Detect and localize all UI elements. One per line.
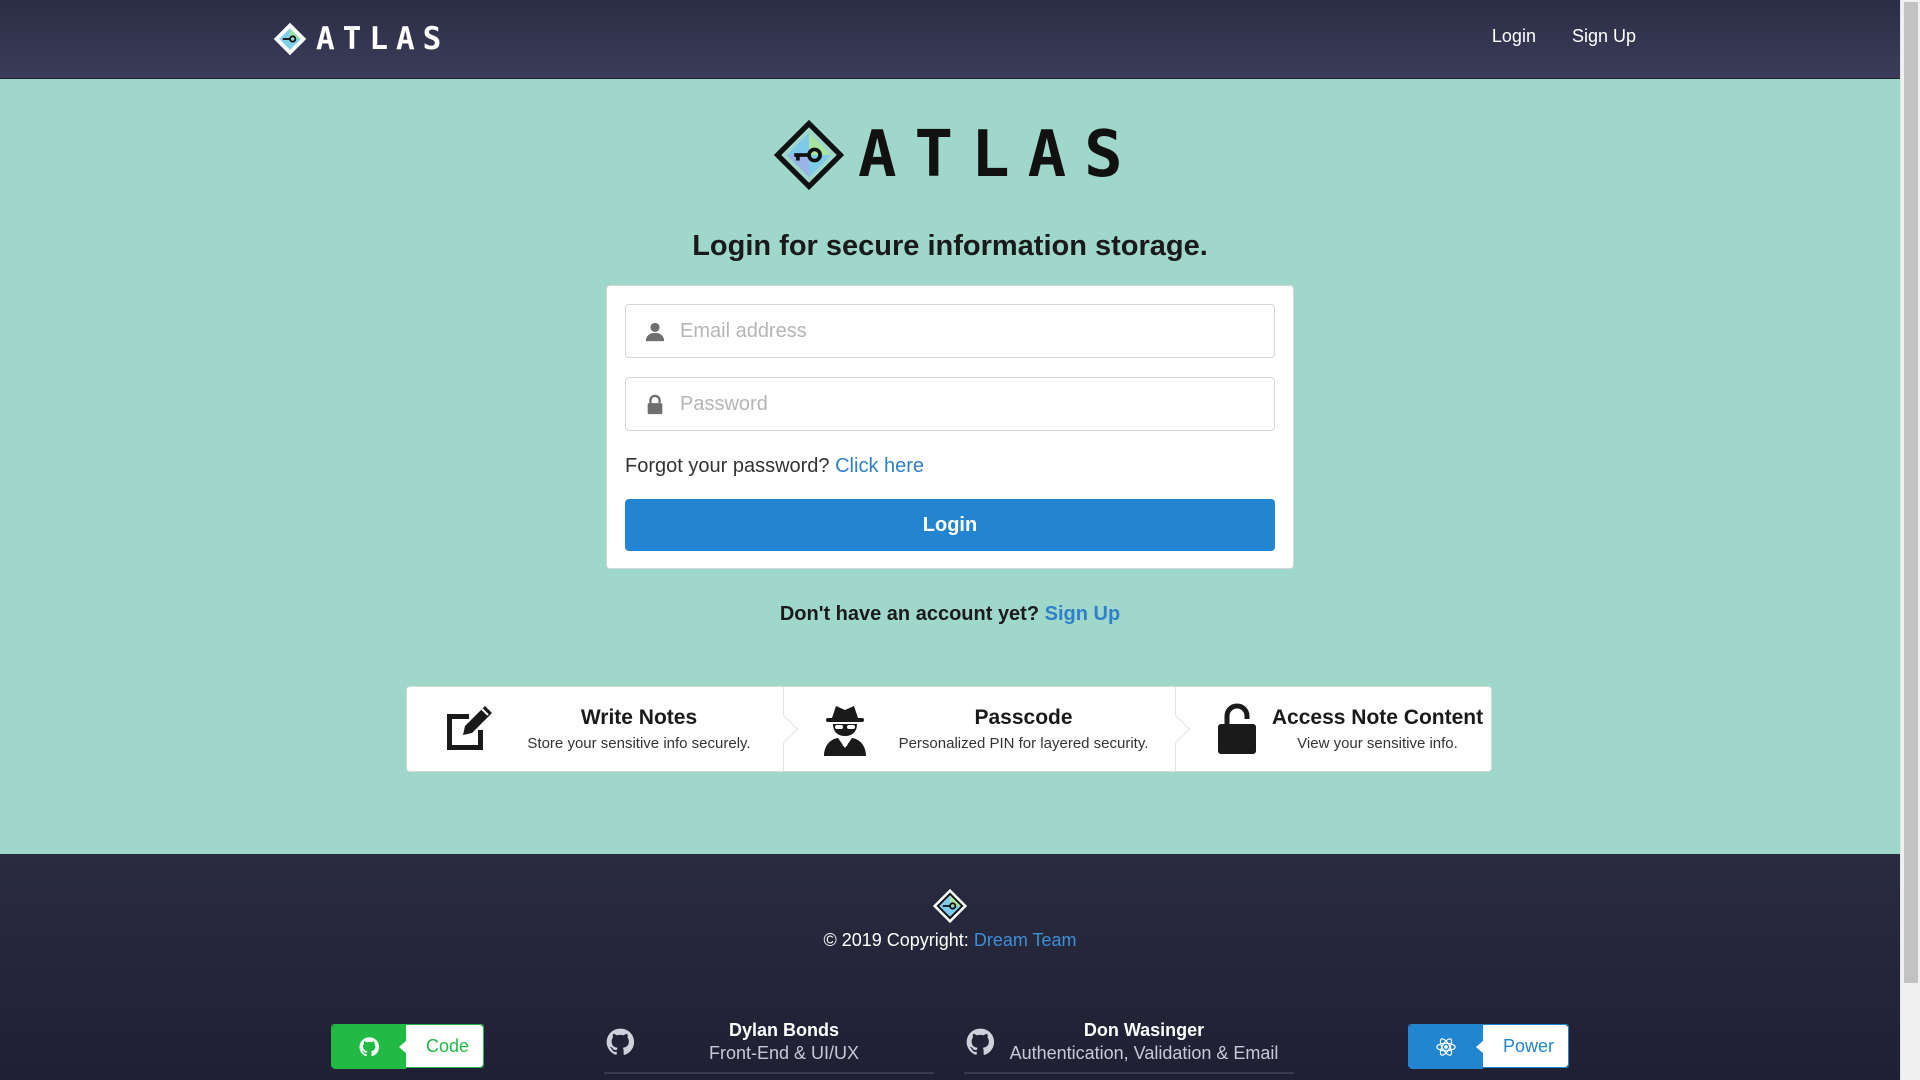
team-link[interactable]: Dream Team xyxy=(974,930,1077,950)
user-secret-icon xyxy=(824,706,866,756)
vertical-scrollbar[interactable] xyxy=(1900,0,1920,1080)
atlas-logo-icon xyxy=(932,888,968,924)
lock-icon xyxy=(647,394,663,415)
password-input[interactable] xyxy=(680,378,1260,430)
email-input[interactable] xyxy=(680,305,1260,357)
step-text: Passcode Personalized PIN for layered se… xyxy=(872,706,1175,752)
brand-logo[interactable]: ATLAS xyxy=(272,18,449,60)
code-button-icon-area xyxy=(332,1025,407,1069)
step-title: Passcode xyxy=(974,706,1073,729)
step-title: Write Notes xyxy=(580,706,698,729)
github-icon xyxy=(966,1028,994,1055)
password-field xyxy=(625,377,1275,431)
page: ATLAS Login Sign Up ATLAS Login for secu… xyxy=(0,0,1900,1080)
unlock-icon xyxy=(1218,703,1256,754)
brand-name: ATLAS xyxy=(316,21,450,57)
step-text: Access Note Content View your sensitive … xyxy=(1264,706,1491,752)
step-access-content: Access Note Content View your sensitive … xyxy=(1175,687,1491,771)
page-title: Login for secure information storage. xyxy=(692,230,1208,262)
nav-login-link[interactable]: Login xyxy=(1492,26,1536,47)
forgot-password-link[interactable]: Click here xyxy=(835,455,924,477)
team-member-don[interactable]: Don Wasinger Authentication, Validation … xyxy=(964,1020,1294,1074)
footer: © 2019 Copyright: Dream Team Code Dylan … xyxy=(0,854,1900,1080)
scrollbar-thumb[interactable] xyxy=(1904,2,1918,983)
team-member-dylan[interactable]: Dylan Bonds Front-End & UI/UX xyxy=(604,1020,934,1074)
nav-signup-link[interactable]: Sign Up xyxy=(1572,26,1636,47)
step-passcode: Passcode Personalized PIN for layered se… xyxy=(783,687,1191,771)
email-field xyxy=(625,304,1275,358)
forgot-password: Forgot your password? Click here xyxy=(625,455,924,478)
code-button-label: Code xyxy=(406,1025,484,1067)
power-button[interactable]: Power xyxy=(1408,1024,1570,1069)
signup-link[interactable]: Sign Up xyxy=(1045,603,1121,625)
step-description: View your sensitive info. xyxy=(1297,735,1458,752)
github-icon xyxy=(359,1037,379,1057)
step-title: Access Note Content xyxy=(1271,706,1484,729)
step-description: Store your sensitive info securely. xyxy=(527,735,751,752)
top-navbar: ATLAS Login Sign Up xyxy=(0,0,1900,79)
team-member-role: Authentication, Validation & Email xyxy=(1009,1043,1279,1063)
code-button[interactable]: Code xyxy=(331,1024,485,1069)
power-button-icon-area xyxy=(1409,1025,1484,1069)
signup-prompt: Don't have an account yet? Sign Up xyxy=(0,603,1900,626)
feature-steps: Write Notes Store your sensitive info se… xyxy=(406,686,1492,772)
hero-logo-text: ATLAS xyxy=(858,118,1141,192)
team-member-name: Don Wasinger xyxy=(1083,1020,1205,1040)
react-icon xyxy=(1436,1038,1456,1056)
forgot-password-text: Forgot your password? xyxy=(625,455,830,477)
team-member-info: Don Wasinger Authentication, Validation … xyxy=(994,1020,1294,1064)
step-text: Write Notes Store your sensitive info se… xyxy=(495,706,783,752)
nav-links: Login Sign Up xyxy=(1492,26,1636,47)
hero-logo: ATLAS xyxy=(772,118,1141,192)
step-description: Personalized PIN for layered security. xyxy=(898,735,1149,752)
team-member-name: Dylan Bonds xyxy=(728,1020,839,1040)
atlas-logo-icon xyxy=(773,119,845,191)
copyright-text: © 2019 Copyright: xyxy=(823,930,969,950)
step-write-notes: Write Notes Store your sensitive info se… xyxy=(407,687,799,771)
user-icon xyxy=(645,322,665,342)
edit-icon xyxy=(447,706,492,750)
team-member-role: Front-End & UI/UX xyxy=(708,1043,860,1063)
github-icon xyxy=(606,1028,634,1055)
copyright: © 2019 Copyright: Dream Team xyxy=(0,930,1900,951)
login-form-card: Forgot your password? Click here Login xyxy=(606,285,1294,569)
power-button-label: Power xyxy=(1483,1025,1569,1067)
login-button[interactable]: Login xyxy=(625,499,1275,551)
signup-prompt-text: Don't have an account yet? xyxy=(779,603,1040,625)
atlas-logo-icon xyxy=(273,22,307,56)
team-member-info: Dylan Bonds Front-End & UI/UX xyxy=(634,1020,934,1064)
